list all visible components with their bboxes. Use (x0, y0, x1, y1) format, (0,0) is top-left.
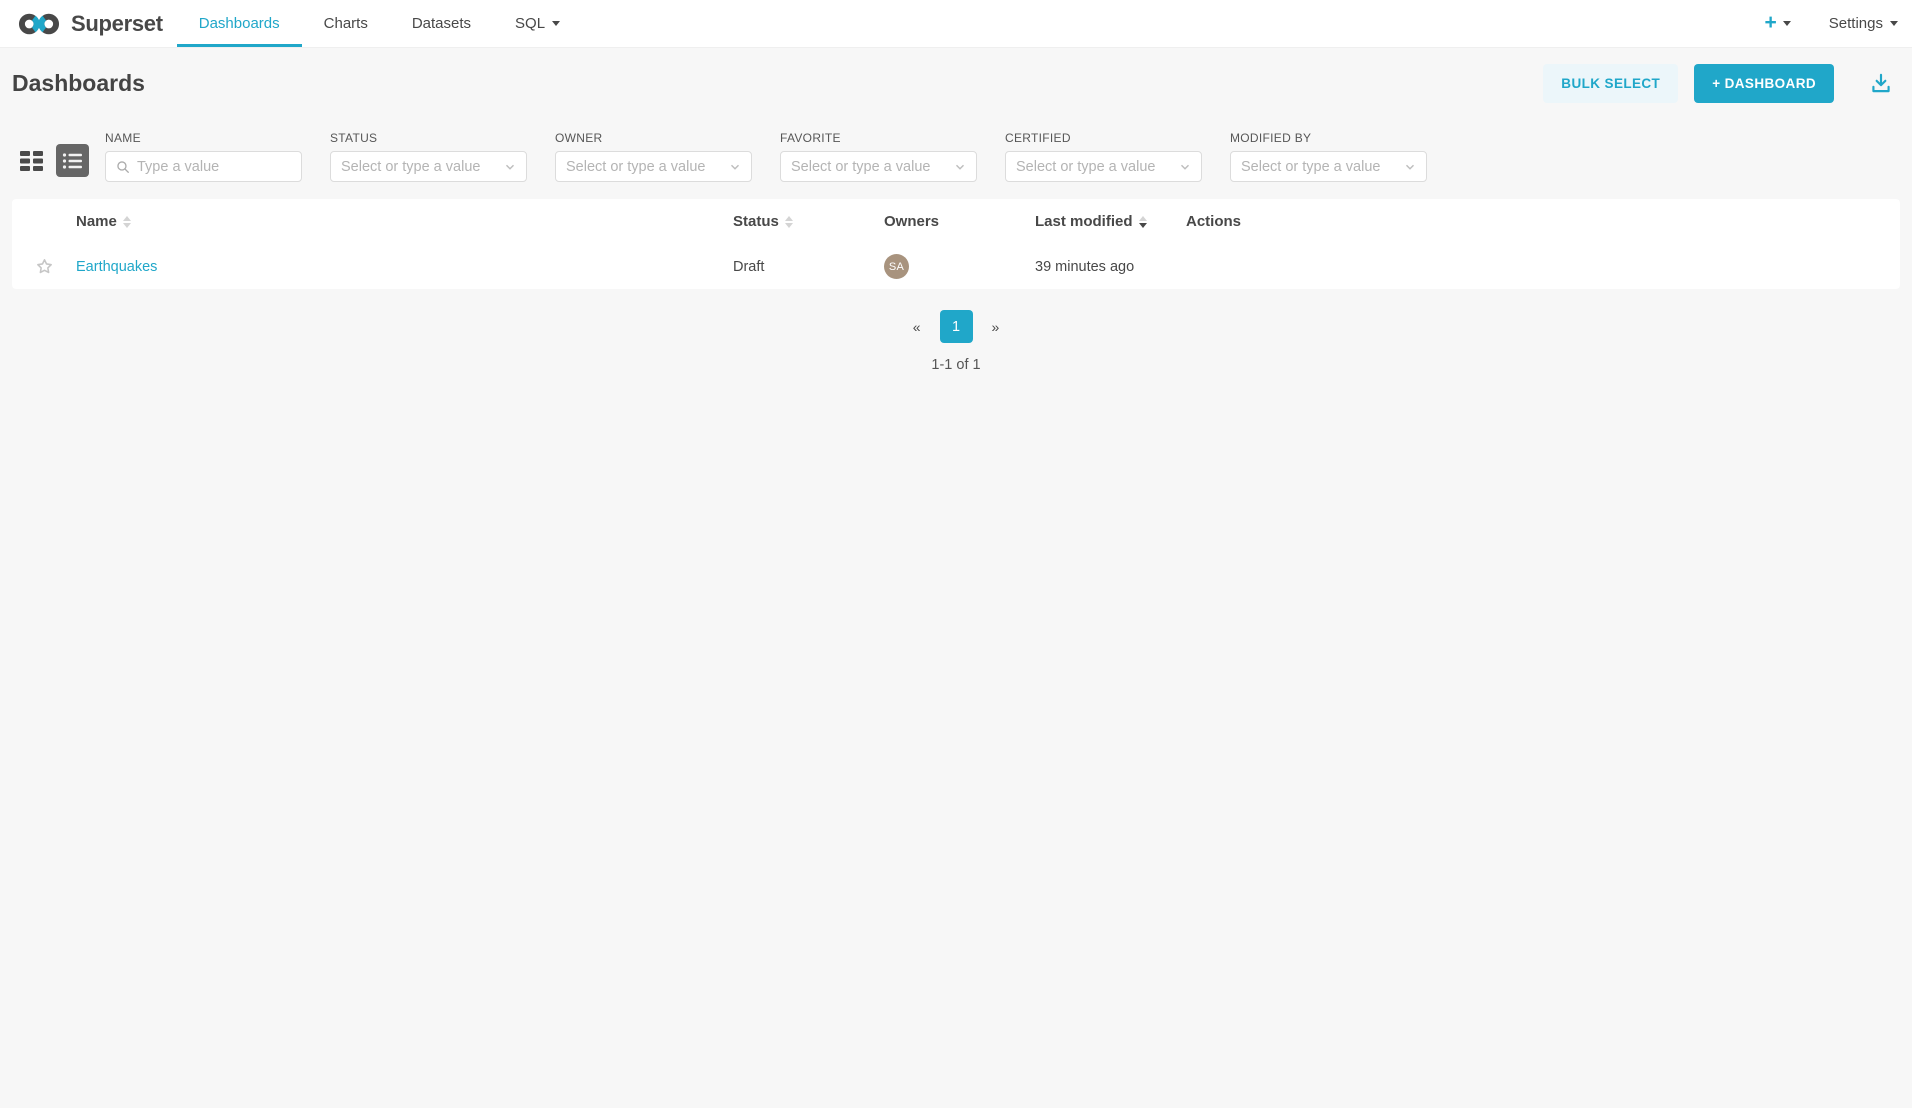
list-view-icon (56, 144, 89, 177)
column-header-last-modified[interactable]: Last modified (1035, 213, 1186, 230)
sort-toggle-icon[interactable] (123, 216, 131, 228)
chevron-down-icon (504, 161, 516, 173)
column-header-label: Last modified (1035, 213, 1133, 230)
brand-name: Superset (71, 11, 163, 37)
page-header: Dashboards BULK SELECT + DASHBOARD (0, 63, 1912, 103)
name-filter-input[interactable] (137, 159, 291, 175)
pagination-summary: 1-1 of 1 (931, 357, 980, 373)
table-header-row: Name Status Owners Last modified Actions (12, 199, 1900, 244)
filter-field-owner: OWNER Select or type a value (555, 131, 752, 182)
plus-icon: + (1765, 12, 1777, 36)
card-view-toggle[interactable] (20, 151, 43, 171)
bulk-select-button[interactable]: BULK SELECT (1543, 64, 1678, 103)
sort-toggle-icon[interactable] (785, 216, 793, 228)
favorite-star-button[interactable] (35, 257, 54, 276)
next-page-button[interactable]: » (983, 313, 1009, 341)
filter-label: STATUS (330, 131, 527, 145)
last-modified-value: 39 minutes ago (1035, 259, 1134, 275)
select-placeholder: Select or type a value (566, 159, 705, 175)
filter-label: OWNER (555, 131, 752, 145)
owner-avatar[interactable]: SA (884, 254, 909, 279)
chevron-down-icon (1890, 21, 1898, 26)
nav-item-charts[interactable]: Charts (302, 0, 390, 47)
page-number-active[interactable]: 1 (940, 310, 973, 343)
grid-view-icon (20, 151, 43, 171)
select-placeholder: Select or type a value (791, 159, 930, 175)
filter-label: MODIFIED BY (1230, 131, 1427, 145)
nav-item-sql[interactable]: SQL (493, 0, 582, 47)
nav-item-datasets[interactable]: Datasets (390, 0, 493, 47)
top-navbar: Superset Dashboards Charts Datasets SQL … (0, 0, 1912, 48)
filter-field-modified-by: MODIFIED BY Select or type a value (1230, 131, 1427, 182)
chevron-down-icon (1783, 21, 1791, 26)
sort-desc-icon[interactable] (1139, 216, 1147, 228)
nav-item-label: Datasets (412, 15, 471, 32)
certified-filter-select[interactable]: Select or type a value (1005, 151, 1202, 182)
settings-label: Settings (1829, 15, 1883, 32)
chevron-down-icon (729, 161, 741, 173)
new-dashboard-button[interactable]: + DASHBOARD (1694, 64, 1834, 103)
navbar-right: + Settings (1765, 0, 1898, 47)
status-value: Draft (733, 259, 764, 275)
nav-item-dashboards[interactable]: Dashboards (177, 0, 302, 47)
chevron-down-icon (552, 21, 560, 26)
column-header-label: Actions (1186, 213, 1241, 230)
header-actions: BULK SELECT + DASHBOARD (1543, 64, 1898, 103)
select-placeholder: Select or type a value (1241, 159, 1380, 175)
column-header-label: Owners (884, 213, 939, 230)
nav-item-label: SQL (515, 15, 545, 32)
new-item-menu-button[interactable]: + (1765, 12, 1791, 36)
list-view-toggle[interactable] (56, 144, 89, 177)
search-icon (116, 160, 130, 174)
owner-filter-select[interactable]: Select or type a value (555, 151, 752, 182)
filter-label: NAME (105, 131, 302, 145)
filter-field-favorite: FAVORITE Select or type a value (780, 131, 977, 182)
settings-menu-button[interactable]: Settings (1829, 15, 1898, 32)
filter-field-certified: CERTIFIED Select or type a value (1005, 131, 1202, 182)
table-row: Earthquakes Draft SA 39 minutes ago (12, 244, 1900, 289)
pagination: « 1 » 1-1 of 1 (0, 310, 1912, 373)
star-outline-icon (35, 257, 54, 276)
superset-infinity-icon (16, 11, 62, 37)
nav-item-label: Dashboards (199, 15, 280, 32)
nav-item-label: Charts (324, 15, 368, 32)
filter-label: CERTIFIED (1005, 131, 1202, 145)
column-header-owners: Owners (884, 213, 1035, 230)
page-title: Dashboards (12, 70, 145, 97)
select-placeholder: Select or type a value (341, 159, 480, 175)
chevron-down-icon (1404, 161, 1416, 173)
chevron-down-icon (954, 161, 966, 173)
view-mode-toggles (20, 144, 89, 177)
filter-label: FAVORITE (780, 131, 977, 145)
previous-page-button[interactable]: « (904, 313, 930, 341)
dashboard-link[interactable]: Earthquakes (76, 259, 157, 275)
column-header-actions: Actions (1186, 213, 1900, 230)
main-nav: Dashboards Charts Datasets SQL (177, 0, 582, 47)
superset-logo[interactable]: Superset (16, 0, 163, 47)
filter-field-name: NAME (105, 131, 302, 182)
download-icon (1868, 70, 1894, 96)
modified-by-filter-select[interactable]: Select or type a value (1230, 151, 1427, 182)
column-header-label: Status (733, 213, 779, 230)
chevron-down-icon (1179, 161, 1191, 173)
import-dashboards-button[interactable] (1864, 70, 1898, 96)
column-header-label: Name (76, 213, 117, 230)
dashboards-table: Name Status Owners Last modified Actions (12, 199, 1900, 289)
column-header-name[interactable]: Name (76, 213, 733, 230)
pager: « 1 » (904, 310, 1009, 343)
select-placeholder: Select or type a value (1016, 159, 1155, 175)
filter-field-status: STATUS Select or type a value (330, 131, 527, 182)
column-header-status[interactable]: Status (733, 213, 884, 230)
filter-bar: NAME STATUS Select or type a value OWNER… (0, 131, 1912, 182)
favorite-filter-select[interactable]: Select or type a value (780, 151, 977, 182)
status-filter-select[interactable]: Select or type a value (330, 151, 527, 182)
